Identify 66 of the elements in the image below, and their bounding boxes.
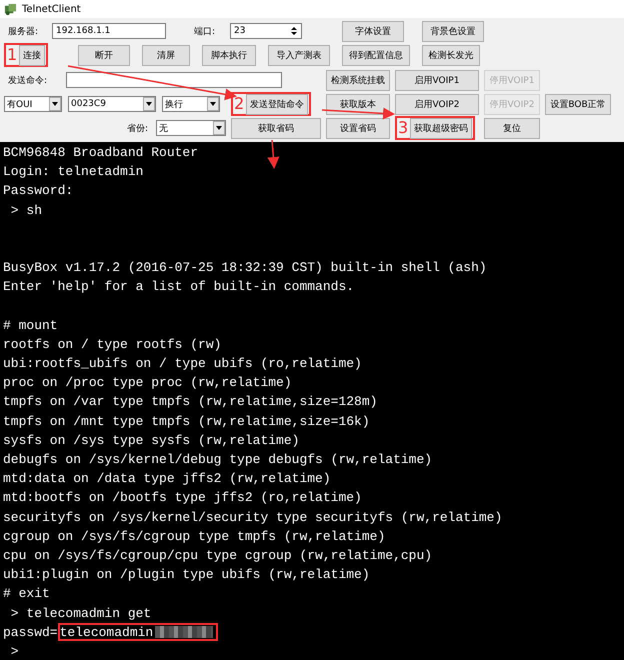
province-label: 省份:: [126, 122, 148, 134]
toolbar-button[interactable]: 检测长发光: [422, 44, 480, 66]
step-number: 3: [398, 120, 408, 136]
port-field[interactable]: 23: [230, 23, 302, 39]
terminal-line: cgroup on /sys/fs/cgroup type tmpfs (rw,relatime): [3, 528, 386, 546]
toolbar-button[interactable]: 启用VOIP1: [395, 70, 479, 90]
toolbar-button[interactable]: 设置BOB正常: [545, 94, 611, 114]
step-number: 2: [234, 96, 244, 112]
server-field[interactable]: 192.168.1.1: [52, 23, 166, 39]
dropdown[interactable]: 换行: [162, 96, 220, 112]
toolbar-button[interactable]: 得到配置信息: [342, 44, 410, 66]
dropdown[interactable]: 0023C9: [68, 96, 156, 112]
caret-icon[interactable]: [143, 97, 155, 111]
caret-icon[interactable]: [49, 97, 61, 111]
toolbar-button[interactable]: 背景色设置: [422, 20, 484, 42]
toolbar-button[interactable]: 设置省码: [326, 118, 390, 138]
terminal-line: # mount: [3, 316, 58, 335]
terminal-line: Enter 'help' for a list of built-in commands.: [3, 278, 354, 296]
toolbar-button[interactable]: 检测系统挂载: [326, 70, 390, 90]
terminal-line: ubi1:plugin on /plugin type ubifs (rw,relatime): [3, 566, 370, 584]
toolbar-button[interactable]: 启用VOIP2: [395, 94, 479, 114]
terminal-line: # exit: [3, 585, 50, 604]
terminal-line: proc on /proc type proc (rw,relatime): [3, 374, 292, 392]
terminal-line: > telecomadmin get: [10, 604, 152, 622]
terminal-line: Login: telnetadmin: [3, 163, 144, 182]
caret-icon[interactable]: [207, 97, 219, 111]
app-icon: [4, 2, 17, 16]
toolbar-button[interactable]: 发送登陆命令: [246, 94, 308, 114]
terminal-line: cpu on /sys/fs/cgroup/cpu type cgroup (rw,relatime,cpu): [3, 546, 432, 565]
port-label: 端口:: [194, 26, 216, 38]
terminal-line: >: [10, 642, 19, 660]
terminal-line: passwd=: [3, 624, 58, 642]
password-text: telecomadmin: [60, 624, 154, 642]
terminal-line: sysfs on /sys type sysfs (rw,relatime): [3, 432, 300, 450]
toolbar-button[interactable]: 获取版本: [326, 94, 390, 114]
spin-icon[interactable]: [290, 25, 298, 37]
toolbar-button[interactable]: 导入产测表: [268, 44, 330, 66]
send-command-label: 发送命令:: [8, 74, 48, 86]
terminal-line: > sh: [10, 202, 42, 220]
toolbar-button[interactable]: 字体设置: [342, 20, 404, 42]
server-label: 服务器:: [8, 26, 40, 38]
toolbar-button[interactable]: 连接: [19, 44, 46, 66]
terminal-line: BusyBox v1.17.2 (2016-07-25 18:32:39 CST) built-in shell (ash): [3, 259, 487, 278]
terminal-line: rootfs on / type rootfs (rw): [3, 336, 222, 354]
command-field[interactable]: [66, 72, 282, 88]
terminal-line: mtd:data on /data type jffs2 (rw,relatime): [3, 470, 331, 488]
annotation-arrow: [267, 140, 280, 169]
toolbar-button[interactable]: 复位: [484, 118, 540, 138]
terminal-line: tmpfs on /mnt type tmpfs (rw,relatime,size=16k): [3, 412, 370, 431]
toolbar-button[interactable]: 脚本执行: [202, 44, 256, 66]
province-dropdown[interactable]: 无: [156, 120, 226, 136]
dropdown[interactable]: 有OUI: [4, 96, 62, 112]
terminal-line: Password:: [3, 182, 74, 200]
step-number: 1: [7, 47, 18, 63]
caret-icon[interactable]: [213, 121, 225, 135]
terminal-line: debugfs on /sys/kernel/debug type debugfs (rw,relatime): [3, 451, 432, 469]
toolbar-button[interactable]: 获取超级密码: [410, 118, 472, 138]
window-title: TelnetClient: [22, 4, 81, 14]
terminal-line: ubi:rootfs_ubifs on / type ubifs (ro,relatime): [3, 355, 362, 374]
terminal-line: securityfs on /sys/kernel/security type securityfs (rw,relatime): [3, 508, 502, 527]
terminal-line: tmpfs on /var type tmpfs (rw,relatime,size=128m): [3, 393, 378, 412]
toolbar-button[interactable]: 获取省码: [231, 118, 321, 138]
toolbar-button[interactable]: 断开: [78, 44, 130, 66]
toolbar-button[interactable]: 清屏: [142, 44, 190, 66]
terminal-line: BCM96848 Broadband Router: [3, 144, 198, 162]
terminal-line: mtd:bootfs on /bootfs type jffs2 (ro,relatime): [3, 489, 362, 508]
